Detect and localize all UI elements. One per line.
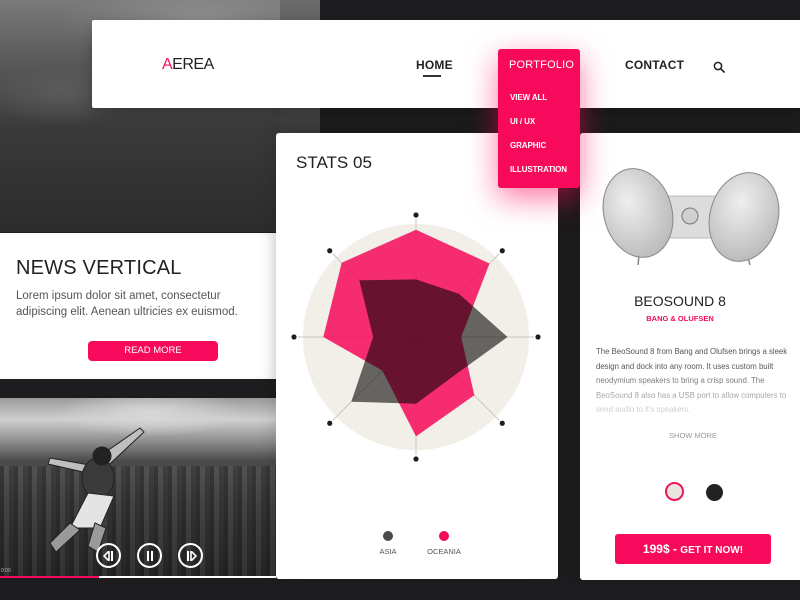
news-body: Lorem ipsum dolor sit amet, consectetur … [16,290,238,318]
legend-label-oceania: OCEANIA [427,547,461,556]
video-progress-bar[interactable] [0,576,276,578]
logo[interactable]: AEREA [162,56,214,74]
dropdown-item-ui-ux[interactable]: UI / UX [510,117,535,126]
product-image-speaker [602,168,780,266]
legend-dot-oceania [439,531,449,541]
video-time: 0:00 [1,568,11,574]
legend-dot-asia [383,531,393,541]
radar-axis-endpoint [535,334,541,340]
show-more-link[interactable]: SHOW MORE [580,431,800,440]
video-progress-fill [0,576,100,578]
pause-button[interactable] [137,543,162,568]
radar-axis-endpoint [327,248,333,254]
portfolio-dropdown[interactable]: PORTFOLIO VIEW ALL UI / UX GRAPHIC ILLUS… [498,49,580,188]
news-card: NEWS VERTICAL Lorem ipsum dolor sit amet… [0,233,278,379]
logo-accent-letter: A [162,56,173,73]
product-card: BEOSOUND 8 BANG & OLUFSEN The BeoSound 8… [580,133,800,580]
color-swatch-dark[interactable] [706,484,723,501]
nav-portfolio[interactable]: PORTFOLIO [509,59,574,71]
pause-icon [146,550,153,561]
product-name: BEOSOUND 8 [634,293,726,309]
news-title: NEWS VERTICAL [16,257,182,279]
next-icon [186,550,197,561]
read-more-button[interactable]: READ MORE [88,341,218,361]
previous-button[interactable] [96,543,121,568]
previous-icon [102,550,113,561]
radar-axis-endpoint [413,212,419,218]
site-header: AEREA HOME CONTACT [92,20,800,108]
radar-axis-endpoint [499,248,505,254]
stats-card: STATS 05 ASIA OCEANIA [276,133,558,579]
legend-item-oceania[interactable]: OCEANIA [414,531,474,556]
product-description: The BeoSound 8 from Bang and Olufsen bri… [596,347,788,414]
nav-contact[interactable]: CONTACT [625,58,684,72]
legend-item-asia[interactable]: ASIA [358,531,418,556]
radar-chart [291,212,541,462]
search-icon[interactable] [713,60,725,73]
logo-text: EREA [172,56,214,73]
video-jumper-figure [47,427,145,553]
radar-axis-endpoint [413,456,419,462]
radar-axis-endpoint [327,420,333,426]
radar-axis-endpoint [499,420,505,426]
dropdown-item-graphic[interactable]: GRAPHIC [510,141,546,150]
buy-separator: - [669,542,681,556]
dropdown-item-illustration[interactable]: ILLUSTRATION [510,165,567,174]
color-swatch-light[interactable] [665,482,684,501]
video-player[interactable]: 0:00 [0,398,276,576]
legend-label-asia: ASIA [379,547,397,556]
nav-active-underline [423,75,441,77]
buy-cta: GET IT NOW! [680,545,744,556]
radar-axis-endpoint [291,334,297,340]
nav-home[interactable]: HOME [416,58,453,72]
buy-button[interactable]: 199$ - GET IT NOW! [615,534,771,564]
product-brand: BANG & OLUFSEN [646,314,714,323]
next-button[interactable] [178,543,203,568]
buy-price: 199$ [642,542,670,556]
dropdown-item-view-all[interactable]: VIEW ALL [510,93,547,102]
